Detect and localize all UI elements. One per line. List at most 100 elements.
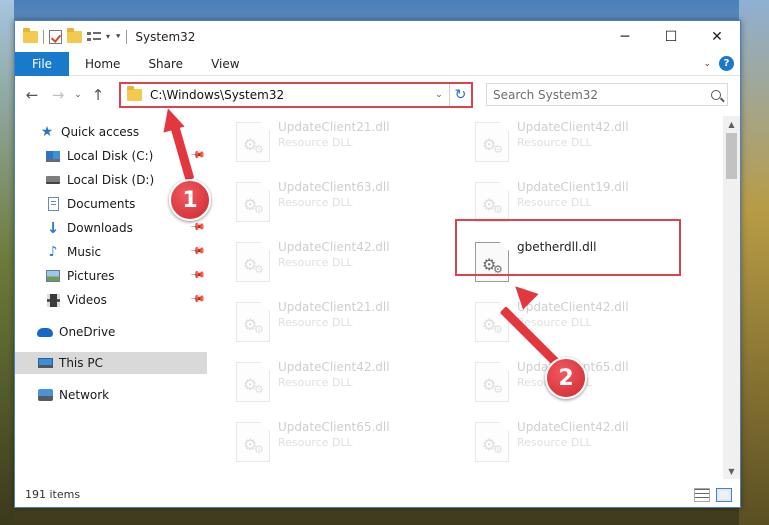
search-box[interactable] <box>486 83 728 106</box>
tab-home[interactable]: Home <box>71 52 134 76</box>
file-item[interactable]: UpdateClient65.dll Resource DLL <box>230 416 430 468</box>
forward-button[interactable]: → <box>47 84 69 106</box>
file-type: Resource DLL <box>517 436 592 449</box>
annotation-badge-1: 1 <box>169 179 211 221</box>
tab-view[interactable]: View <box>197 52 253 76</box>
dll-file-icon <box>475 362 509 402</box>
sidebar-item-label: This PC <box>59 356 103 370</box>
file-item[interactable]: UpdateClient42.dll Resource DLL <box>469 296 669 348</box>
sidebar-item-downloads[interactable]: ↓ Downloads 📌 <box>15 217 207 239</box>
title-bar: ▾ ⯆ System32 ─ ☐ ✕ <box>15 21 740 52</box>
folder-icon <box>127 86 142 101</box>
list-view-icon[interactable] <box>87 30 101 43</box>
this-pc-icon <box>37 355 53 371</box>
pin-icon[interactable]: 📌 <box>188 267 205 284</box>
large-icons-view-icon[interactable] <box>716 488 732 502</box>
view-buttons <box>694 488 732 502</box>
pin-icon[interactable]: 📌 <box>188 219 205 236</box>
minimize-button[interactable]: ─ <box>602 21 648 52</box>
refresh-icon[interactable]: ↻ <box>449 84 471 106</box>
sidebar-item-label: Videos <box>67 293 107 307</box>
search-icon[interactable] <box>705 89 727 100</box>
sidebar-item-videos[interactable]: Videos 📌 <box>15 289 207 311</box>
dll-file-icon <box>236 302 270 342</box>
scroll-thumb[interactable] <box>726 133 737 179</box>
file-name: UpdateClient42.dll <box>517 420 629 434</box>
search-input[interactable] <box>487 87 705 102</box>
scroll-up-icon[interactable]: ▲ <box>723 116 740 132</box>
documents-icon <box>45 196 61 212</box>
details-view-icon[interactable] <box>694 488 710 502</box>
file-item[interactable]: UpdateClient63.dll Resource DLL <box>230 176 430 228</box>
back-button[interactable]: ← <box>21 84 43 106</box>
scroll-down-icon[interactable]: ▼ <box>723 463 740 479</box>
customize-toolbar-icon[interactable]: ⯆ <box>115 32 121 42</box>
sidebar-item-pictures[interactable]: Pictures 📌 <box>15 265 207 287</box>
music-icon: ♪ <box>48 244 58 260</box>
chevron-down-icon[interactable]: ▾ <box>106 32 110 41</box>
desktop-background-right <box>739 0 769 525</box>
file-item[interactable]: UpdateClient42.dll Resource DLL <box>230 356 430 408</box>
properties-check-icon[interactable] <box>49 29 62 44</box>
folder-icon <box>23 27 38 43</box>
sidebar-item-label: Local Disk (C:) <box>67 149 154 163</box>
pin-icon[interactable]: 📌 <box>188 243 205 260</box>
new-folder-icon[interactable] <box>67 27 82 43</box>
divider <box>43 29 44 44</box>
item-count: 191 items <box>25 488 81 501</box>
sidebar-item-label: Downloads <box>67 221 133 235</box>
up-button[interactable]: ↑ <box>87 84 109 106</box>
sidebar-item-label: Quick access <box>61 125 140 139</box>
downloads-icon: ↓ <box>46 219 60 237</box>
file-item[interactable]: UpdateClient21.dll Resource DLL <box>230 116 430 168</box>
dll-file-icon <box>236 242 270 282</box>
dll-file-icon <box>475 122 509 162</box>
status-bar: 191 items <box>15 481 740 507</box>
tab-file[interactable]: File <box>15 51 69 76</box>
dll-file-icon <box>236 422 270 462</box>
file-item[interactable]: UpdateClient42.dll Resource DLL <box>469 116 669 168</box>
address-bar[interactable]: C:\Windows\System32 ⌄ ↻ <box>119 82 473 108</box>
help-icon[interactable]: ? <box>719 56 734 71</box>
pin-icon[interactable]: 📌 <box>188 147 205 164</box>
file-name: UpdateClient42.dll <box>278 240 390 254</box>
vertical-scrollbar[interactable]: ▲ ▼ <box>723 116 740 479</box>
file-type: Resource DLL <box>278 316 353 329</box>
dll-file-icon <box>236 182 270 222</box>
close-button[interactable]: ✕ <box>694 21 740 52</box>
pin-icon[interactable]: 📌 <box>188 291 205 308</box>
sidebar-item-music[interactable]: ♪ Music 📌 <box>15 241 207 263</box>
file-name: UpdateClient63.dll <box>278 180 390 194</box>
file-item[interactable]: UpdateClient42.dll Resource DLL <box>469 416 669 468</box>
sidebar-item-onedrive[interactable]: OneDrive <box>15 321 207 343</box>
expand-ribbon-icon[interactable]: ⌄ <box>703 59 711 69</box>
file-type: Resource DLL <box>278 136 353 149</box>
file-name: UpdateClient42.dll <box>517 300 629 314</box>
annotation-badge-2: 2 <box>545 357 587 399</box>
window-title: System32 <box>135 29 196 44</box>
tab-share[interactable]: Share <box>134 52 197 76</box>
file-type: Resource DLL <box>278 196 353 209</box>
drive-icon <box>45 172 61 188</box>
dll-file-icon <box>236 122 270 162</box>
recent-locations-button[interactable]: ⌄ <box>69 84 87 106</box>
file-type: Resource DLL <box>517 316 592 329</box>
sidebar-item-this-pc[interactable]: This PC <box>15 352 207 374</box>
file-item[interactable]: UpdateClient42.dll Resource DLL <box>230 236 430 288</box>
address-path[interactable]: C:\Windows\System32 <box>150 88 429 102</box>
sidebar-item-label: Music <box>67 245 102 259</box>
sidebar-item-label: OneDrive <box>59 325 116 339</box>
dll-file-icon <box>475 182 509 222</box>
sidebar-item-network[interactable]: Network <box>15 384 207 406</box>
network-icon <box>37 387 53 403</box>
file-type: Resource DLL <box>278 436 353 449</box>
file-item[interactable]: UpdateClient21.dll Resource DLL <box>230 296 430 348</box>
divider <box>126 29 128 44</box>
navigation-pane: ★ Quick access Local Disk (C:) 📌 Local D… <box>15 116 207 479</box>
chevron-down-icon[interactable]: ⌄ <box>429 90 449 100</box>
maximize-button[interactable]: ☐ <box>648 21 694 52</box>
pictures-icon <box>45 268 61 284</box>
sidebar-item-label: Local Disk (D:) <box>67 173 155 187</box>
videos-icon <box>45 292 61 308</box>
file-type: Resource DLL <box>278 256 353 269</box>
